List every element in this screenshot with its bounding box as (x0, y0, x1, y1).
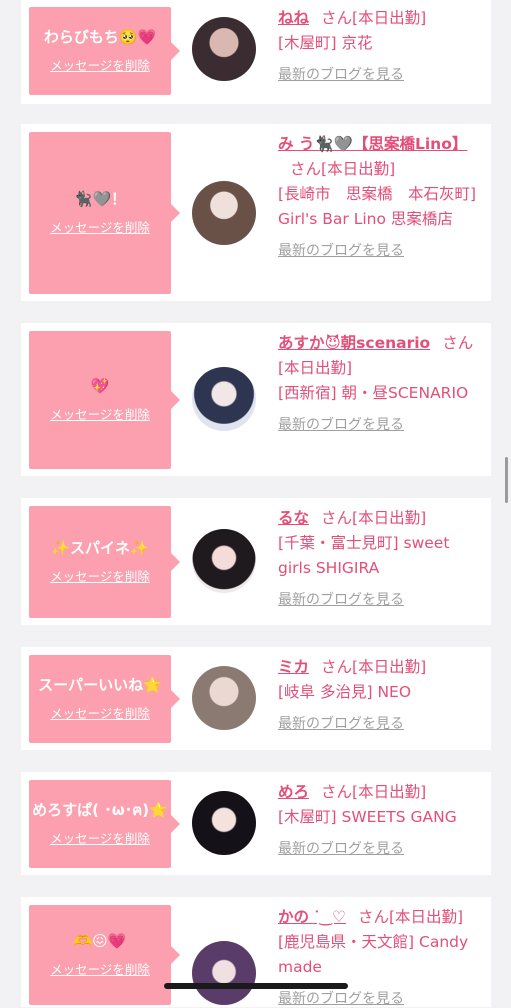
avatar[interactable] (192, 941, 256, 1005)
latest-blog-link[interactable]: 最新のブログを見る (278, 840, 478, 858)
message-card: ✨スパイネ✨ メッセージを削除 るな さん[本日出勤] [千葉・富士見町] swe… (21, 498, 491, 625)
honorific-label: さん (321, 9, 353, 27)
status-badge: [本日出勤] (352, 658, 427, 676)
girl-name-link[interactable]: ねね (278, 9, 309, 27)
honorific-label: さん (321, 509, 353, 527)
message-text: めろすぱ( ･ω･ฅ)⭐️ (32, 801, 168, 819)
message-text: 🐈‍⬛🩶！ (73, 190, 127, 208)
delete-message-link[interactable]: メッセージを削除 (50, 703, 150, 722)
avatar[interactable] (192, 666, 256, 730)
delete-message-link[interactable]: メッセージを削除 (50, 55, 150, 74)
shop-link[interactable]: [木屋町] 京花 (278, 31, 478, 56)
message-text: 💖 (90, 377, 110, 395)
message-bubble: めろすぱ( ･ω･ฅ)⭐️ メッセージを削除 (29, 780, 180, 868)
shop-link[interactable]: [千葉・富士見町] sweet girls SHIGIRA (278, 531, 478, 581)
message-text: わらびもち🥺💗 (43, 28, 157, 46)
message-card: 🐈‍⬛🩶！ メッセージを削除 み う🐈‍⬛🩶【思案橋Lino】さん[本日出勤] … (21, 124, 491, 301)
girl-name-link[interactable]: るな (278, 509, 309, 527)
latest-blog-link[interactable]: 最新のブログを見る (278, 990, 478, 1008)
message-card: めろすぱ( ･ω･ฅ)⭐️ メッセージを削除 めろ さん[本日出勤] [木屋町] … (21, 772, 491, 875)
message-bubble: ✨スパイネ✨ メッセージを削除 (29, 506, 180, 618)
delete-message-link[interactable]: メッセージを削除 (50, 566, 150, 585)
home-indicator[interactable] (164, 983, 348, 989)
girl-name-link[interactable]: めろ (278, 783, 309, 801)
latest-blog-link[interactable]: 最新のブログを見る (278, 66, 478, 84)
avatar[interactable] (192, 791, 256, 855)
message-bubble: わらびもち🥺💗 メッセージを削除 (29, 7, 180, 95)
honorific-label: さん (321, 783, 353, 801)
shop-link[interactable]: [長崎市 思案橋 本石灰町] Girl's Bar Lino 思案橋店 (278, 182, 478, 232)
message-card: スーパーいいね🌟 メッセージを削除 ミカ さん[本日出勤] [岐阜 多治見] NE… (21, 647, 491, 750)
latest-blog-link[interactable]: 最新のブログを見る (278, 416, 478, 434)
girl-name-link[interactable]: かの ᐝ‿♡ (278, 908, 346, 926)
status-badge: [本日出勤] (352, 9, 427, 27)
message-text: ✨スパイネ✨ (51, 539, 149, 557)
message-text: スーパーいいね🌟 (38, 676, 162, 694)
message-bubble: スーパーいいね🌟 メッセージを削除 (29, 655, 180, 743)
honorific-label: さん (442, 334, 474, 352)
honorific-label: さん (321, 658, 353, 676)
girl-name-link[interactable]: み う🐈‍⬛🩶【思案橋Lino】 (278, 135, 467, 153)
latest-blog-link[interactable]: 最新のブログを見る (278, 591, 478, 609)
delete-message-link[interactable]: メッセージを削除 (50, 828, 150, 847)
status-badge: [本日出勤] (321, 160, 396, 178)
avatar[interactable] (192, 181, 256, 245)
shop-link[interactable]: [岐阜 多治見] NEO (278, 680, 478, 705)
scrollbar[interactable] (505, 457, 508, 503)
message-bubble: 💖 メッセージを削除 (29, 331, 180, 469)
delete-message-link[interactable]: メッセージを削除 (50, 217, 150, 236)
girl-name-link[interactable]: あすか😈朝scenario (278, 334, 430, 352)
honorific-label: さん (357, 908, 389, 926)
message-card: 💖 メッセージを削除 あすか😈朝scenario さん [本日出勤] [西新宿] 朝… (21, 323, 491, 476)
status-badge: [本日出勤] (352, 783, 427, 801)
avatar[interactable] (192, 367, 256, 431)
message-card: わらびもち🥺💗 メッセージを削除 ねね さん[本日出勤] [木屋町] 京花 最新の… (21, 0, 491, 104)
shop-link[interactable]: [鹿児島県・天文館] Candy made (278, 930, 478, 980)
shop-link[interactable]: [木屋町] SWEETS GANG (278, 805, 478, 830)
message-bubble: 🐈‍⬛🩶！ メッセージを削除 (29, 132, 180, 294)
latest-blog-link[interactable]: 最新のブログを見る (278, 715, 478, 733)
status-badge: [本日出勤] (278, 359, 353, 377)
status-badge: [本日出勤] (352, 509, 427, 527)
avatar[interactable] (192, 529, 256, 593)
message-card: 🫶😖💗 メッセージを削除 かの ᐝ‿♡ さん[本日出勤] [鹿児島県・天文館] C… (21, 897, 491, 1007)
girl-name-link[interactable]: ミカ (278, 658, 309, 676)
status-badge: [本日出勤] (388, 908, 464, 926)
message-text: 🫶😖💗 (73, 932, 127, 950)
latest-blog-link[interactable]: 最新のブログを見る (278, 242, 478, 260)
delete-message-link[interactable]: メッセージを削除 (50, 404, 150, 423)
honorific-label: さん (290, 160, 322, 178)
delete-message-link[interactable]: メッセージを削除 (50, 959, 150, 978)
shop-link[interactable]: [西新宿] 朝・昼SCENARIO (278, 381, 478, 406)
message-bubble: 🫶😖💗 メッセージを削除 (29, 905, 180, 1005)
avatar[interactable] (192, 17, 256, 81)
